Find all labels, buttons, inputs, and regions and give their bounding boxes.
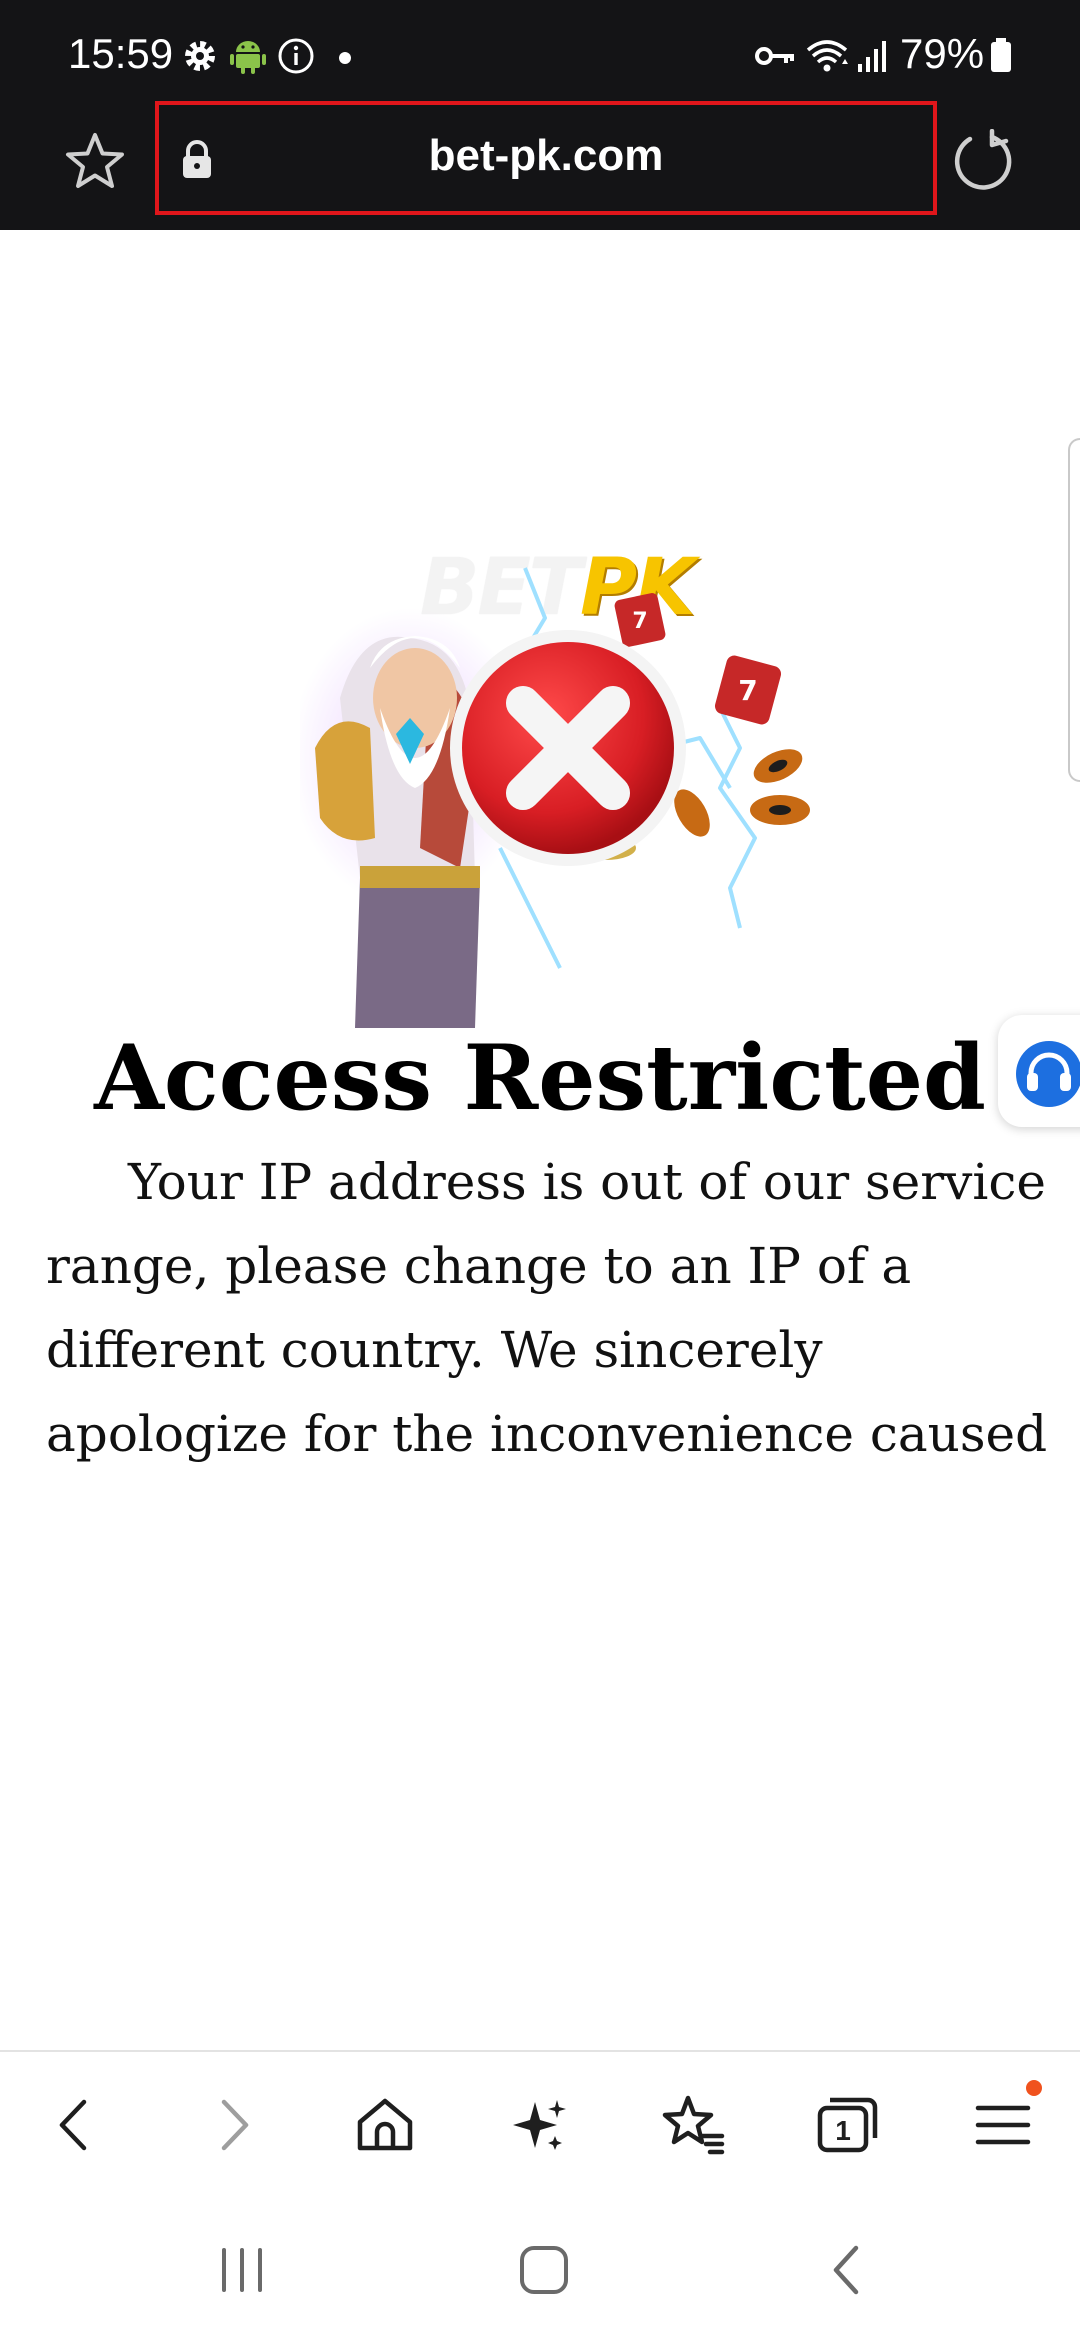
notification-dot [339,52,351,64]
system-back-icon[interactable] [818,2240,878,2300]
page-title: Access Restricted [94,1025,986,1131]
browser-bottom-nav: 1 [0,2050,1080,2200]
home-icon[interactable] [350,2090,420,2160]
info-icon [278,38,314,74]
browser-toolbar: bet-pk.com [0,101,1080,230]
forward-icon[interactable] [198,2090,268,2160]
bookmark-star-icon[interactable] [62,129,128,195]
svg-text:7: 7 [738,674,757,707]
tab-count: 1 [835,2115,851,2146]
tabs-icon[interactable]: 1 [812,2090,882,2160]
battery-percent: 79% [900,30,985,77]
bookmarks-icon[interactable] [658,2090,728,2160]
android-icon [230,41,266,74]
menu-icon[interactable] [968,2090,1038,2160]
restriction-message: Your IP address is out of our service ra… [46,1153,1048,1463]
vpn-key-icon [755,47,794,65]
screen: 15:59 79% bet-pk.com BETPK 7 7 Access Re… [0,0,1080,2340]
address-bar[interactable]: bet-pk.com [155,101,937,215]
settings-icon [185,41,215,71]
sparkle-icon[interactable] [505,2090,575,2160]
customer-support-button[interactable] [998,1015,1080,1127]
system-navigation-bar [0,2198,1080,2340]
status-time: 15:59 [68,30,174,77]
url-text: bet-pk.com [428,131,664,180]
error-x-icon [450,630,686,866]
signal-icon [858,41,886,72]
restricted-illustration: 7 7 [300,567,810,1028]
battery-icon [991,38,1011,72]
back-icon[interactable] [40,2090,110,2160]
recents-icon[interactable] [212,2240,272,2300]
reload-icon[interactable] [952,129,1016,193]
status-bar: 15:59 79% [0,0,1080,115]
edge-panel-handle[interactable] [1068,438,1080,782]
headset-icon [1016,1041,1080,1107]
svg-text:7: 7 [632,609,647,634]
wifi-icon [806,40,848,72]
home-button-icon[interactable] [514,2240,574,2300]
menu-notification-badge [1026,2080,1042,2096]
